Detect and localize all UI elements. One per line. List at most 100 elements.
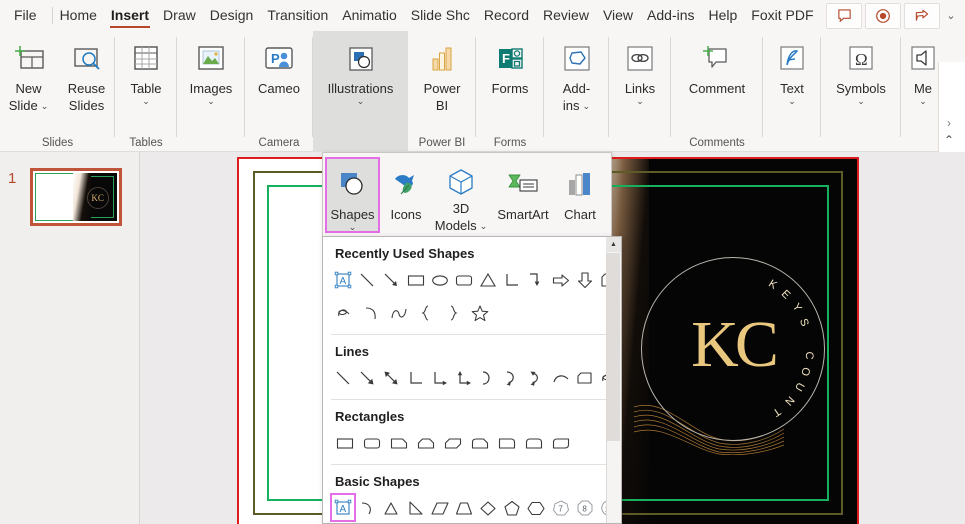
shape-isosceles-triangle[interactable] bbox=[379, 494, 403, 521]
tab-home[interactable]: Home bbox=[53, 0, 104, 31]
shape-curved-double-arrow[interactable] bbox=[524, 364, 548, 391]
tab-help[interactable]: Help bbox=[702, 0, 745, 31]
shape-snip-and-round-corner[interactable] bbox=[466, 429, 493, 456]
shape-diamond[interactable] bbox=[476, 494, 500, 521]
links-button[interactable]: Links ⌄ bbox=[609, 31, 671, 106]
share-icon[interactable] bbox=[904, 2, 940, 29]
shape-isosceles-triangle[interactable] bbox=[476, 266, 500, 293]
3d-models-button[interactable]: 3D Models ⌄ bbox=[432, 157, 490, 233]
shape-line-arrow[interactable] bbox=[379, 266, 403, 293]
ribbon-group-illustrations[interactable]: Illustrations ⌄ bbox=[313, 31, 408, 152]
shape-pentagon[interactable] bbox=[500, 494, 524, 521]
shape-elbow-double-arrow[interactable] bbox=[452, 364, 476, 391]
shape-line[interactable] bbox=[355, 266, 379, 293]
smartart-button[interactable]: SmartArt bbox=[490, 157, 556, 233]
shape-arc[interactable] bbox=[549, 364, 573, 391]
shape-text-box[interactable]: A bbox=[331, 266, 355, 293]
tab-view[interactable]: View bbox=[596, 0, 640, 31]
tab-transitions[interactable]: Transition bbox=[260, 0, 335, 31]
shape-octagon[interactable]: 8 bbox=[573, 494, 597, 521]
shape-rounded-rectangle[interactable] bbox=[358, 429, 385, 456]
text-button[interactable]: Text ⌄ bbox=[763, 31, 821, 106]
shape-curve[interactable] bbox=[385, 299, 412, 326]
shape-trapezoid[interactable] bbox=[452, 494, 476, 521]
chevron-down-icon[interactable]: ⌄ bbox=[583, 101, 591, 111]
ribbon-collapse-icon[interactable]: ⌃ bbox=[944, 133, 954, 147]
shape-left-brace[interactable] bbox=[412, 299, 439, 326]
chevron-down-icon[interactable]: ⌄ bbox=[480, 221, 488, 231]
forms-button[interactable]: F Forms bbox=[476, 31, 544, 96]
shape-star-5-point[interactable] bbox=[466, 299, 493, 326]
shape-curved-connector[interactable] bbox=[476, 364, 500, 391]
shape-elbow-arrow-connector[interactable] bbox=[428, 364, 452, 391]
cameo-button[interactable]: P Cameo bbox=[245, 31, 313, 96]
new-slide-button[interactable]: New Slide ⌄ bbox=[0, 31, 58, 113]
record-icon[interactable] bbox=[865, 2, 901, 29]
shape-rectangle[interactable] bbox=[404, 266, 428, 293]
scroll-up-arrow-icon[interactable]: ▲ bbox=[606, 237, 621, 252]
chevron-down-icon[interactable]: ⌄ bbox=[349, 222, 357, 232]
slide-logo[interactable]: KEYSCOUNT KC bbox=[641, 257, 825, 441]
icons-button[interactable]: Icons bbox=[380, 157, 432, 233]
tab-draw[interactable]: Draw bbox=[156, 0, 203, 31]
shape-snip-same-side-corner[interactable] bbox=[412, 429, 439, 456]
tab-record[interactable]: Record bbox=[477, 0, 536, 31]
shape-arc[interactable] bbox=[358, 299, 385, 326]
tab-animations[interactable]: Animatio bbox=[335, 0, 403, 31]
reuse-slides-button[interactable]: Reuse Slides bbox=[58, 31, 116, 113]
chevron-down-icon[interactable]: ⌄ bbox=[142, 96, 150, 106]
chevron-down-icon[interactable]: ⌄ bbox=[207, 96, 215, 106]
shape-elbow-connector[interactable] bbox=[500, 266, 524, 293]
tab-review[interactable]: Review bbox=[536, 0, 596, 31]
shape-elbow-arrow-connector[interactable] bbox=[524, 266, 548, 293]
tab-design[interactable]: Design bbox=[203, 0, 261, 31]
illustrations-button[interactable]: Illustrations ⌄ bbox=[313, 31, 408, 106]
scrollbar-thumb[interactable] bbox=[607, 253, 620, 441]
shape-curved-arrow-connector[interactable] bbox=[500, 364, 524, 391]
slide-thumbnail-1[interactable]: KC bbox=[30, 168, 122, 226]
shape-arc-pie[interactable] bbox=[355, 494, 379, 521]
chart-button[interactable]: Chart bbox=[556, 157, 604, 233]
shape-rectangle[interactable] bbox=[331, 429, 358, 456]
shape-rounded-rectangle[interactable] bbox=[452, 266, 476, 293]
shape-right-arrow[interactable] bbox=[549, 266, 573, 293]
shape-round-diagonal-corner[interactable] bbox=[547, 429, 574, 456]
tab-addins[interactable]: Add-ins bbox=[640, 0, 701, 31]
shape-round-single-corner[interactable] bbox=[493, 429, 520, 456]
chevron-down-icon[interactable]: ⌄ bbox=[857, 96, 865, 106]
chevron-down-icon[interactable]: ⌄ bbox=[357, 96, 365, 106]
symbols-button[interactable]: Ω Symbols ⌄ bbox=[821, 31, 901, 106]
shape-line[interactable] bbox=[331, 364, 355, 391]
shape-elbow-connector[interactable] bbox=[404, 364, 428, 391]
shape-line-double-arrow[interactable] bbox=[379, 364, 403, 391]
shape-down-arrow[interactable] bbox=[573, 266, 597, 293]
comment-icon[interactable] bbox=[826, 2, 862, 29]
tab-foxit-pdf[interactable]: Foxit PDF bbox=[744, 0, 820, 31]
table-button[interactable]: Table ⌄ bbox=[115, 31, 177, 106]
shape-text-box[interactable]: A bbox=[329, 493, 357, 522]
chevron-down-icon[interactable]: ⌄ bbox=[41, 101, 49, 111]
shape-right-brace[interactable] bbox=[439, 299, 466, 326]
shapes-button[interactable]: Shapes ⌄ bbox=[325, 157, 380, 233]
power-bi-button[interactable]: Power BI bbox=[408, 31, 476, 113]
comment-button[interactable]: Comment bbox=[671, 31, 763, 96]
shape-oval[interactable] bbox=[428, 266, 452, 293]
tab-file[interactable]: File bbox=[0, 0, 53, 31]
tab-insert[interactable]: Insert bbox=[104, 0, 156, 31]
chevron-down-icon[interactable]: ⌄ bbox=[943, 3, 959, 29]
shape-heptagon[interactable]: 7 bbox=[549, 494, 573, 521]
chevron-down-icon[interactable]: ⌄ bbox=[788, 96, 796, 106]
shape-right-triangle[interactable] bbox=[404, 494, 428, 521]
shape-freeform-shape[interactable] bbox=[573, 364, 597, 391]
images-button[interactable]: Images ⌄ bbox=[177, 31, 245, 106]
shape-line-arrow[interactable] bbox=[355, 364, 379, 391]
shape-hexagon[interactable] bbox=[524, 494, 548, 521]
shape-snip-single-corner[interactable] bbox=[385, 429, 412, 456]
shape-snip-diagonal-corner[interactable] bbox=[439, 429, 466, 456]
shape-freeform-scribble[interactable] bbox=[331, 299, 358, 326]
chevron-down-icon[interactable]: ⌄ bbox=[919, 96, 927, 106]
chevron-down-icon[interactable]: ⌄ bbox=[636, 96, 644, 106]
shapes-gallery-scrollbar[interactable]: ▲ bbox=[606, 237, 621, 523]
addins-button[interactable]: Add- ins ⌄ bbox=[544, 31, 609, 113]
shape-parallelogram[interactable] bbox=[428, 494, 452, 521]
